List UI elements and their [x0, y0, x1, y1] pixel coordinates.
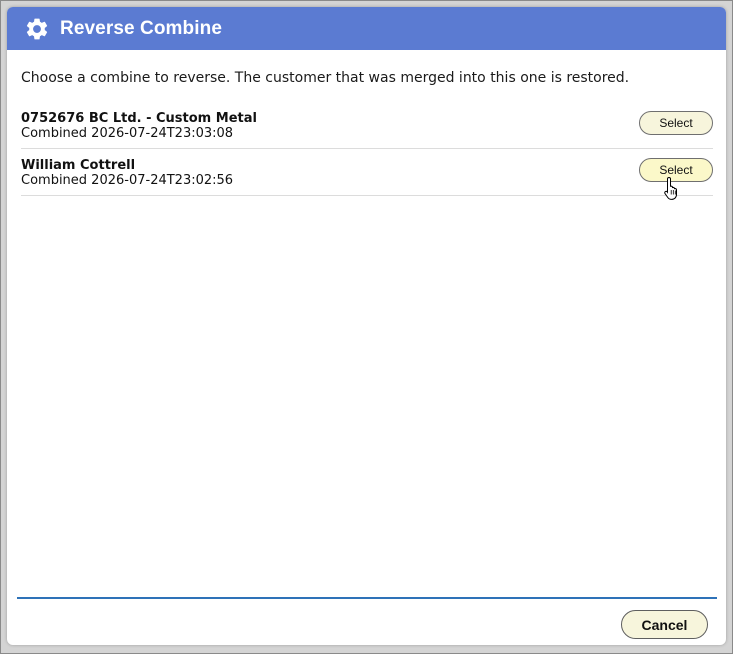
combine-customer-name: William Cottrell: [21, 158, 136, 173]
hand-pointer-cursor-icon: [664, 176, 680, 200]
combine-row: William Cottrell Combined 2026-07-24T23:…: [21, 150, 713, 196]
combine-row: 0752676 BC Ltd. - Custom Metal Combined …: [21, 103, 713, 149]
combine-list: 0752676 BC Ltd. - Custom Metal Combined …: [21, 103, 713, 197]
reverse-combine-dialog: Reverse Combine Choose a combine to reve…: [7, 7, 726, 645]
gear-icon: [24, 16, 50, 42]
footer-divider: [17, 597, 717, 599]
dialog-titlebar: Reverse Combine: [7, 7, 726, 50]
select-button[interactable]: Select: [639, 111, 713, 135]
combine-timestamp: Combined 2026-07-24T23:02:56: [21, 173, 234, 188]
combine-timestamp: Combined 2026-07-24T23:03:08: [21, 126, 234, 141]
cancel-button[interactable]: Cancel: [621, 610, 708, 639]
dialog-title: Reverse Combine: [60, 17, 223, 39]
instructions-text: Choose a combine to reverse. The custome…: [21, 70, 630, 86]
combine-customer-name: 0752676 BC Ltd. - Custom Metal: [21, 111, 257, 126]
